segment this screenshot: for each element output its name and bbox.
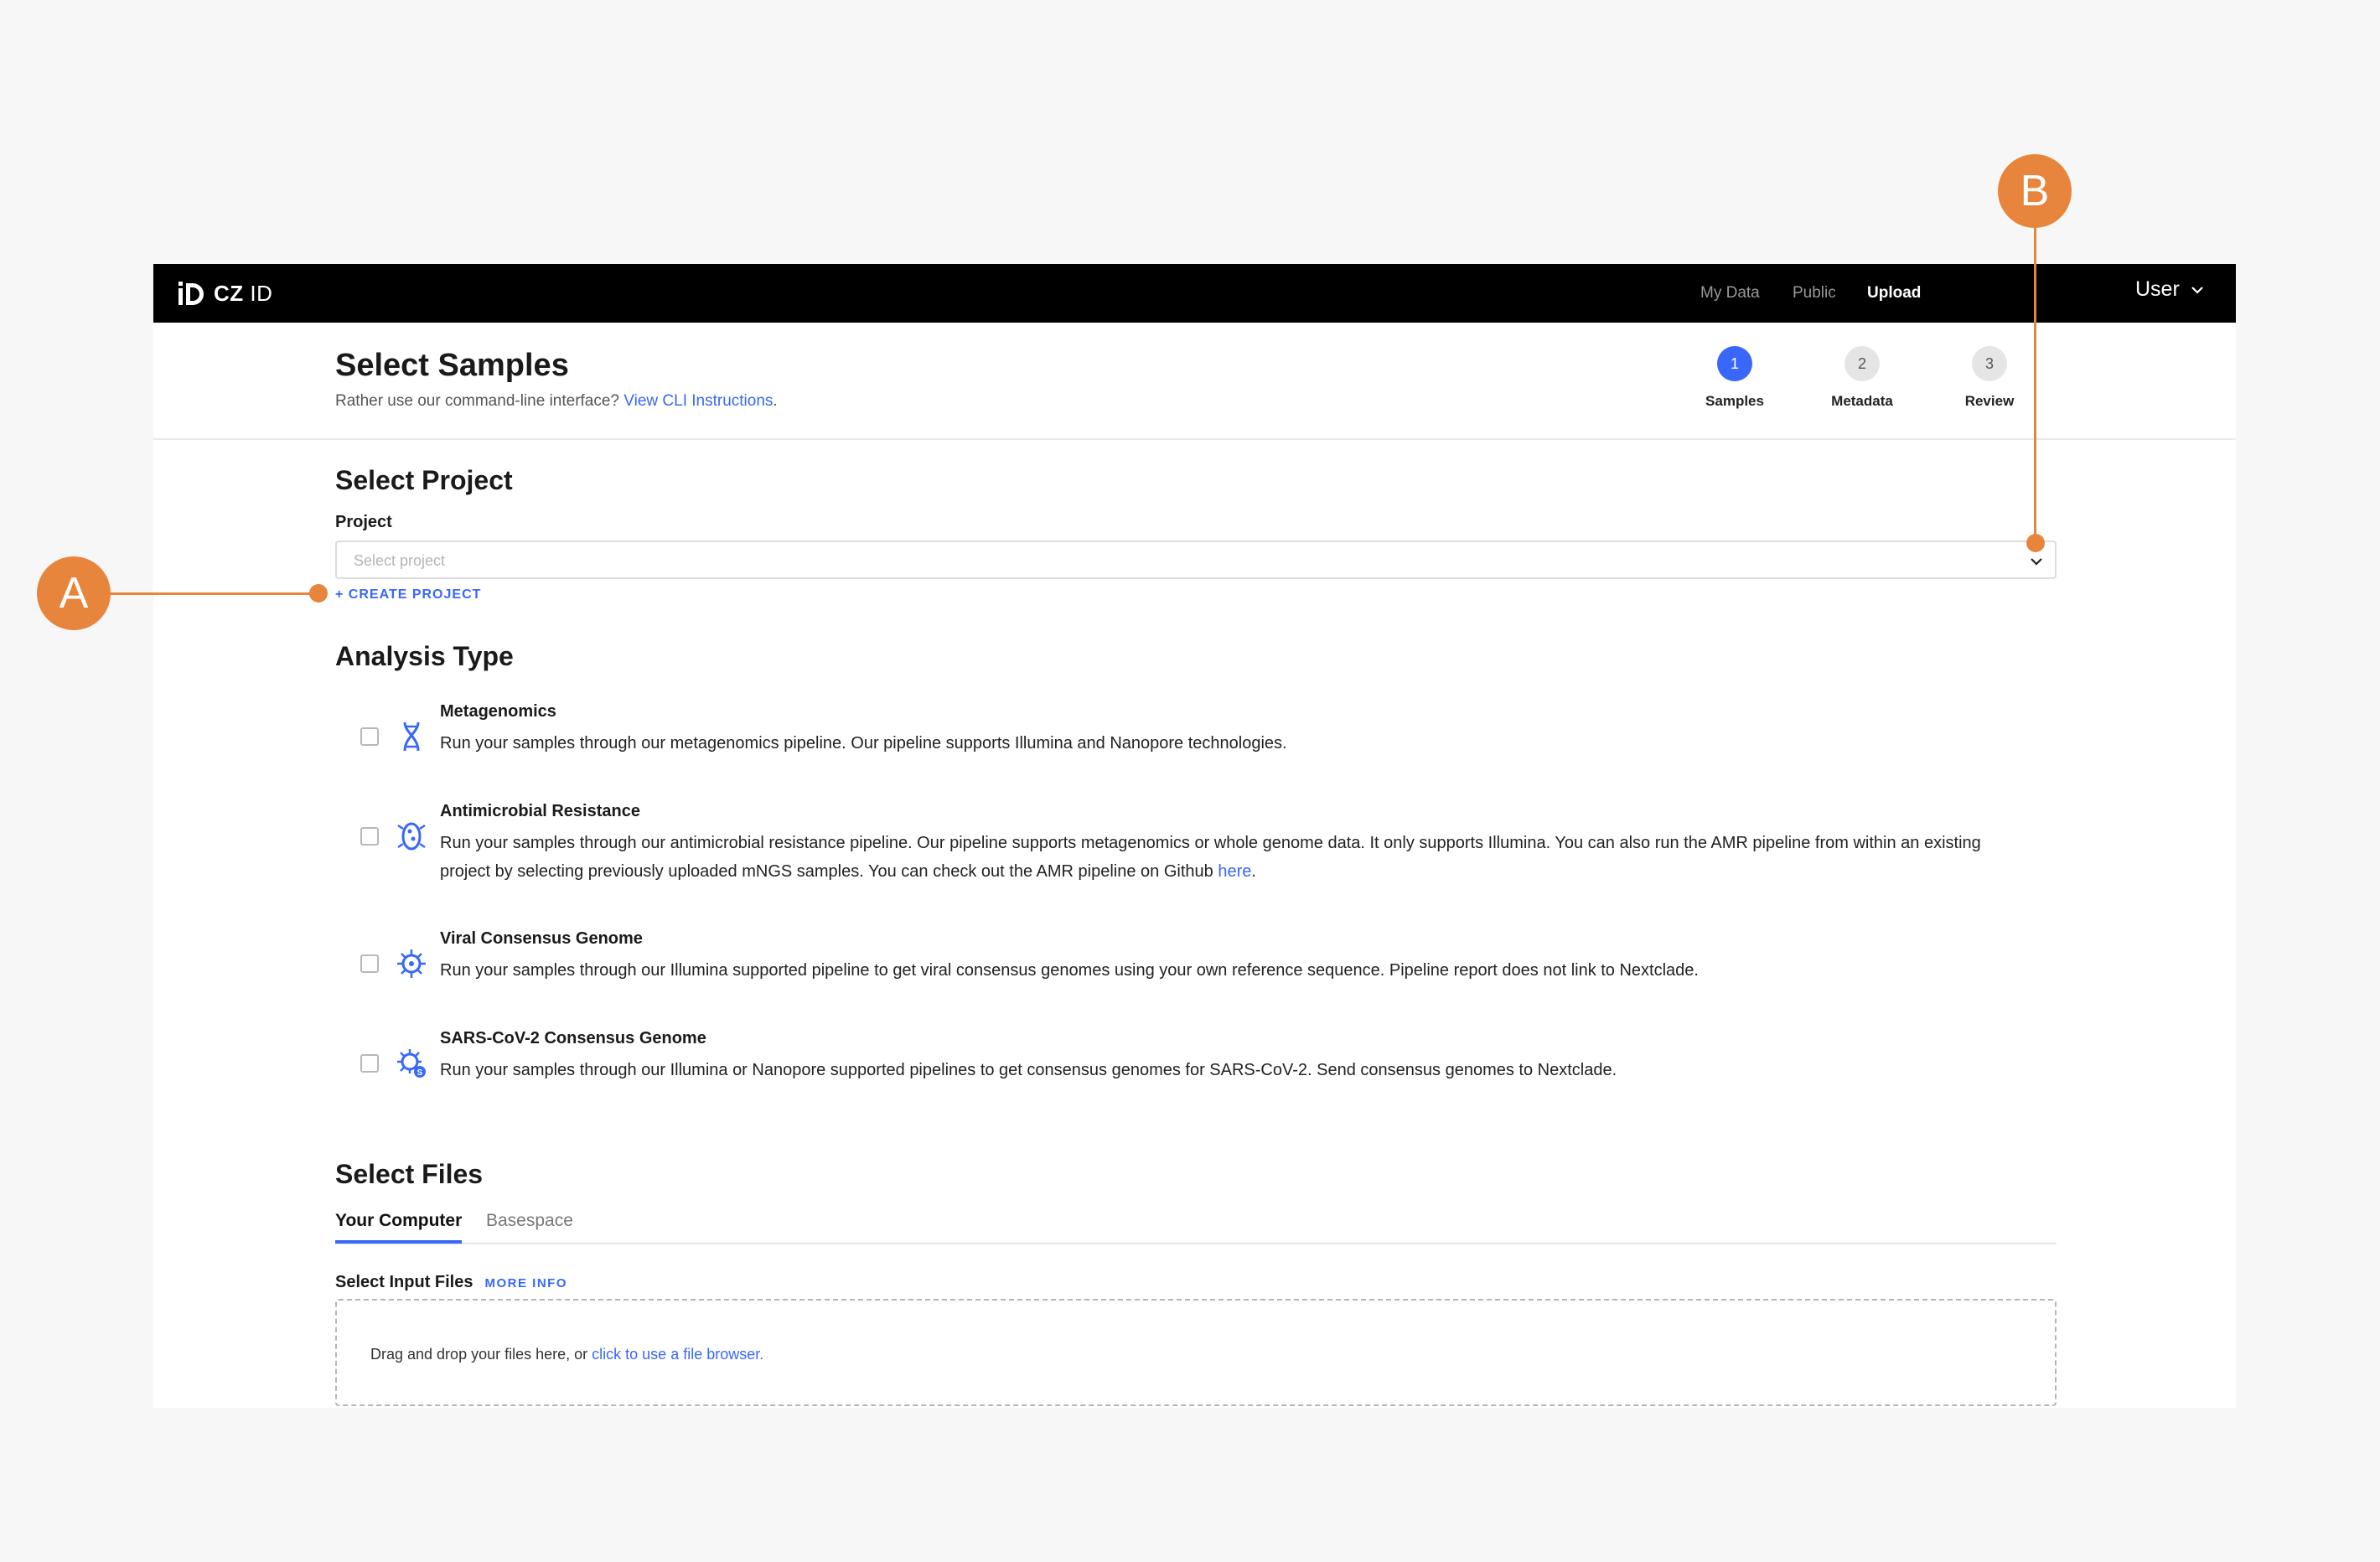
page-subtitle: Rather use our command-line interface? V… [335, 392, 778, 410]
czid-logo[interactable]: CZ ID [177, 276, 272, 311]
page-title: Select Samples [335, 348, 569, 383]
analysis-title: Viral Consensus Genome [440, 929, 643, 948]
nav-upload[interactable]: Upload [1867, 284, 1921, 303]
callout-b-leader-line [2034, 226, 2036, 543]
project-field-label: Project [335, 513, 392, 531]
analysis-option-sars-cov-2[interactable]: S SARS-CoV-2 Consensus Genome Run your s… [360, 1029, 2204, 1096]
sars-cov-2-checkbox[interactable] [360, 1054, 379, 1073]
dna-icon [403, 722, 420, 752]
amr-checkbox[interactable] [360, 827, 379, 846]
step-number: 1 [1717, 346, 1752, 381]
viral-consensus-checkbox[interactable] [360, 954, 379, 973]
tab-your-computer[interactable]: Your Computer [335, 1211, 463, 1244]
step-metadata: 2 Metadata [1803, 346, 1921, 410]
analysis-title: SARS-CoV-2 Consensus Genome [440, 1029, 706, 1047]
callout-b-dot [2026, 534, 2045, 552]
project-select-placeholder: Select project [354, 552, 446, 569]
select-project-heading: Select Project [335, 465, 513, 495]
step-label: Metadata [1831, 393, 1893, 409]
select-input-files-label: Select Input Files [335, 1273, 473, 1291]
analysis-description: Run your samples through our metagenomic… [440, 734, 1287, 753]
analysis-type-heading: Analysis Type [335, 641, 514, 671]
analysis-option-metagenomics[interactable]: Metagenomics Run your samples through ou… [360, 702, 2204, 769]
logo-text: CZ ID [214, 280, 273, 306]
select-files-heading: Select Files [335, 1159, 484, 1189]
analysis-option-amr[interactable]: Antimicrobial Resistance Run your sample… [360, 802, 2204, 894]
step-number: 3 [1972, 346, 2007, 381]
chevron-down-icon [2031, 558, 2042, 566]
step-label: Samples [1705, 393, 1764, 409]
analysis-option-viral-consensus[interactable]: Viral Consensus Genome Run your samples … [360, 929, 2204, 996]
analysis-description: Run your samples through our antimicrobi… [440, 834, 1981, 881]
nav-public[interactable]: Public [1793, 284, 1836, 303]
github-here-link[interactable]: here [1218, 862, 1251, 881]
chevron-down-icon [2191, 286, 2203, 294]
step-number: 2 [1844, 346, 1880, 381]
project-select[interactable]: Select project [335, 540, 2057, 579]
analysis-description: Run your samples through our Illumina su… [440, 961, 1699, 980]
cli-instructions-link[interactable]: View CLI Instructions [623, 392, 773, 410]
create-project-link[interactable]: + CREATE PROJECT [335, 587, 481, 603]
dropzone-text: Drag and drop your files here, or click … [370, 1346, 764, 1363]
svg-text:S: S [417, 1068, 423, 1078]
czid-logo-icon [178, 282, 204, 305]
file-source-tabs: Your Computer Basespace [335, 1211, 2057, 1244]
top-navbar: CZ ID My Data Public Upload User [153, 264, 2236, 323]
analysis-description: Run your samples through our Illumina or… [440, 1061, 1617, 1079]
step-label: Review [1964, 393, 2015, 409]
bacteria-icon [397, 822, 426, 851]
analysis-title: Antimicrobial Resistance [440, 802, 640, 820]
callout-a-dot [309, 584, 328, 603]
app-window: CZ ID My Data Public Upload User Select … [153, 264, 2236, 1408]
callout-a-badge: A [37, 556, 111, 630]
metagenomics-checkbox[interactable] [360, 727, 379, 746]
nav-my-data[interactable]: My Data [1700, 284, 1760, 303]
user-menu-label: User [2135, 277, 2180, 301]
callout-b-badge: B [1998, 154, 2072, 228]
more-info-link[interactable]: MORE INFO [484, 1276, 567, 1290]
file-dropzone[interactable]: Drag and drop your files here, or click … [335, 1299, 2057, 1406]
analysis-title: Metagenomics [440, 702, 556, 721]
user-menu[interactable]: User [2135, 277, 2205, 302]
step-samples: 1 Samples [1676, 346, 1793, 410]
tab-basespace[interactable]: Basespace [486, 1211, 573, 1240]
step-review: 3 Review [1931, 346, 2048, 410]
covid-virus-icon: S [397, 1049, 426, 1078]
page-header: Select Samples Rather use our command-li… [153, 323, 2236, 440]
virus-icon [397, 949, 426, 978]
select-input-files-row: Select Input Files MORE INFO [335, 1273, 567, 1292]
callout-a-leader-line [109, 592, 318, 595]
file-browser-link[interactable]: click to use a file browser. [592, 1346, 763, 1363]
